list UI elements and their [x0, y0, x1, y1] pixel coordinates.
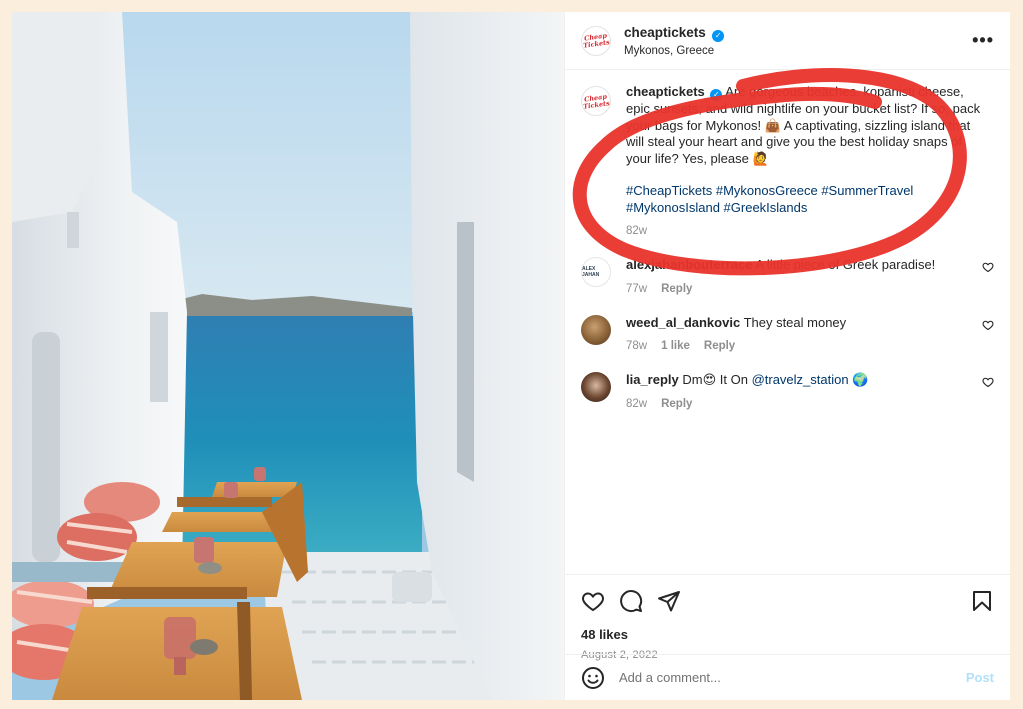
comment-time[interactable]: 77w — [626, 283, 647, 295]
post-location[interactable]: Mykonos, Greece — [624, 45, 972, 57]
commenter-avatar[interactable] — [581, 372, 611, 403]
comment-meta: 82w Reply — [626, 398, 968, 410]
post-header: Cheap Tickets cheaptickets ✓ Mykonos, Gr… — [565, 12, 1010, 70]
comment-username[interactable]: alexjahanbouterrace — [626, 257, 752, 272]
header-meta: cheaptickets ✓ Mykonos, Greece — [624, 24, 972, 57]
comment-time[interactable]: 78w — [626, 340, 647, 352]
author-avatar[interactable]: Cheap Tickets — [581, 25, 611, 56]
comment-item: lia_reply Dm😍 It On @travelz_station 🌍 8… — [581, 372, 994, 410]
comment-username[interactable]: lia_reply — [626, 372, 679, 387]
more-options-icon[interactable]: ••• — [972, 30, 994, 51]
instagram-post: Cheap Tickets cheaptickets ✓ Mykonos, Gr… — [12, 12, 1010, 700]
comment-like-heart-icon[interactable] — [982, 319, 994, 331]
comment-time[interactable]: 82w — [626, 398, 647, 410]
comment-text-end: 🌍 — [848, 372, 869, 388]
caption: Cheap Tickets cheaptickets ✓ Are gorgeou… — [581, 84, 994, 237]
comment-body: alexjahanbouterrace A little piece of Gr… — [626, 257, 994, 295]
comment-text-block: weed_al_dankovic They steal money — [626, 315, 968, 332]
comment-text: Dm😍 It On — [682, 372, 752, 388]
comment-item: weed_al_dankovic They steal money 78w 1 … — [581, 314, 994, 353]
reply-button[interactable]: Reply — [661, 283, 692, 295]
post-comment-button[interactable]: Post — [966, 670, 994, 685]
comment-likes[interactable]: 1 like — [661, 340, 690, 352]
post-actions: 48 likes August 2, 2022 — [565, 574, 1010, 661]
comment-text-block: alexjahanbouterrace A little piece of Gr… — [626, 257, 968, 274]
reply-button[interactable]: Reply — [661, 398, 692, 410]
comment-icon[interactable] — [619, 589, 643, 613]
commenter-avatar[interactable]: ALEX JAHAN — [581, 257, 611, 288]
post-side-panel: Cheap Tickets cheaptickets ✓ Mykonos, Gr… — [564, 12, 1010, 700]
emoji-icon[interactable] — [581, 666, 605, 690]
comment-text: A little piece of Greek paradise! — [755, 257, 936, 273]
comment-like-heart-icon[interactable] — [982, 261, 994, 273]
mykonos-alley-image — [12, 12, 564, 700]
caption-username[interactable]: cheaptickets — [626, 84, 705, 99]
caption-meta: 82w — [626, 225, 986, 237]
caption-avatar[interactable]: Cheap Tickets — [581, 86, 611, 116]
caption-text-block: cheaptickets ✓ Are gorgeous beaches, kop… — [626, 84, 986, 167]
heart-icon[interactable] — [581, 589, 605, 613]
comment-list: Cheap Tickets cheaptickets ✓ Are gorgeou… — [581, 84, 994, 410]
comment-username[interactable]: weed_al_dankovic — [626, 315, 740, 330]
comment-body: weed_al_dankovic They steal money 78w 1 … — [626, 315, 994, 353]
commenter-avatar[interactable] — [581, 314, 611, 345]
comment-input[interactable] — [619, 670, 966, 685]
caption-hashtags[interactable]: #CheapTickets #MykonosGreece #SummerTrav… — [626, 183, 986, 216]
comment-text-block: lia_reply Dm😍 It On @travelz_station 🌍 — [626, 372, 968, 389]
share-icon[interactable] — [657, 589, 681, 613]
cheaptickets-logo: Cheap Tickets — [582, 31, 611, 50]
verified-badge-icon: ✓ — [712, 29, 725, 42]
comment-meta: 78w 1 like Reply — [626, 340, 968, 352]
comment-item: ALEX JAHAN alexjahanbouterrace A little … — [581, 257, 994, 295]
caption-time[interactable]: 82w — [626, 225, 647, 237]
comment-text: They steal money — [743, 314, 847, 330]
likes-count[interactable]: 48 likes — [581, 627, 994, 642]
caption-body: cheaptickets ✓ Are gorgeous beaches, kop… — [626, 84, 994, 237]
action-icons — [581, 575, 994, 627]
commenter-avatar-logo: ALEX JAHAN — [582, 266, 600, 279]
post-photo[interactable] — [12, 12, 564, 700]
comment-like-heart-icon[interactable] — [982, 376, 994, 388]
comment-composer: Post — [565, 654, 1010, 700]
author-username[interactable]: cheaptickets — [624, 25, 706, 40]
verified-badge-icon: ✓ — [710, 89, 723, 102]
comment-meta: 77w Reply — [626, 283, 968, 295]
bookmark-icon[interactable] — [970, 589, 994, 613]
comment-body: lia_reply Dm😍 It On @travelz_station 🌍 8… — [626, 372, 994, 410]
cheaptickets-logo: Cheap Tickets — [582, 91, 611, 110]
comment-mention[interactable]: @travelz_station — [752, 372, 849, 387]
reply-button[interactable]: Reply — [704, 340, 735, 352]
